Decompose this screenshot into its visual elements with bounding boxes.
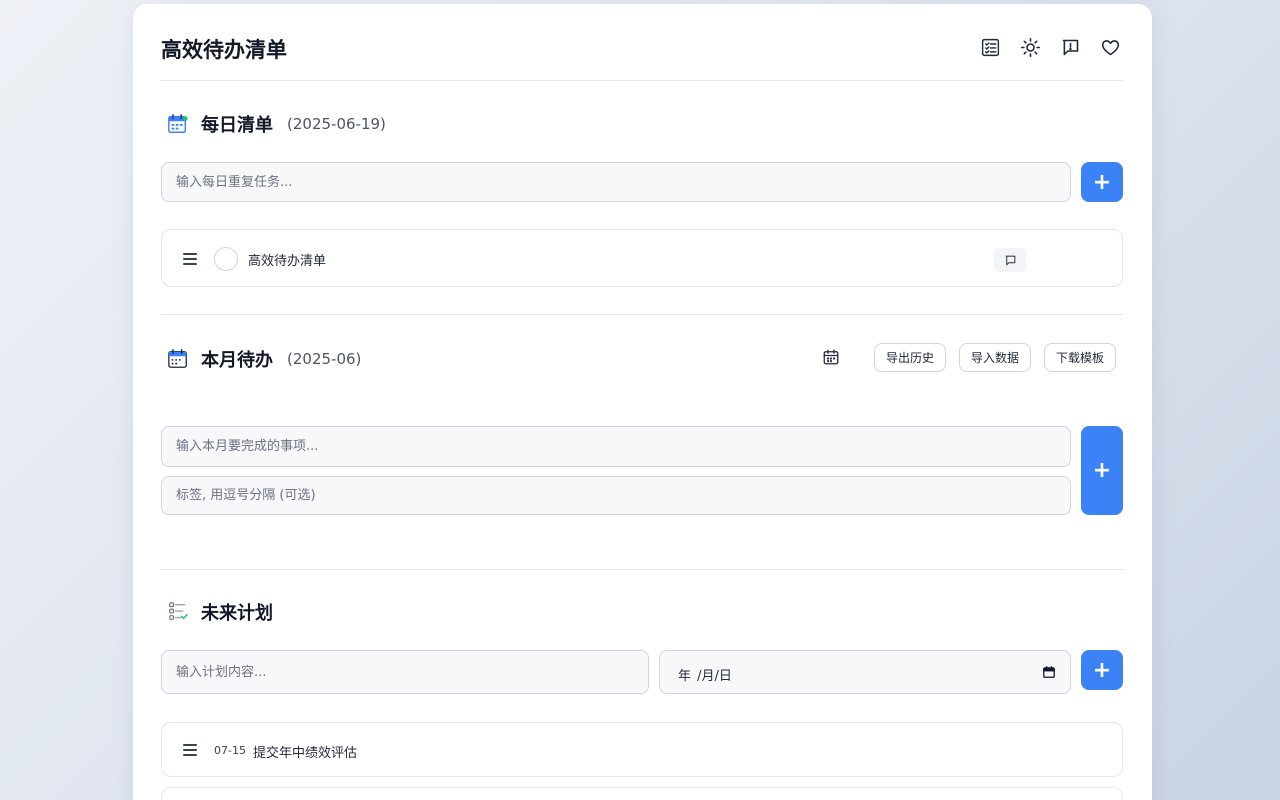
section-divider (161, 314, 1123, 315)
future-plan-input[interactable] (161, 650, 649, 694)
comment-icon (1005, 255, 1015, 265)
import-data-button[interactable]: 导入数据 (959, 343, 1032, 372)
main-card: 高效待办清单 每日清单 (2025-06-19) 输入每日重复任务... + 高… (133, 4, 1152, 800)
monthly-title: 本月待办 (201, 350, 273, 371)
feedback-icon[interactable] (1059, 36, 1081, 58)
sun-icon[interactable] (1019, 36, 1041, 58)
download-template-button[interactable]: 下载模板 (1044, 343, 1117, 372)
section-divider (161, 569, 1123, 570)
daily-task-text: 高效待办清单 (248, 254, 327, 269)
plan-due-date: 07-15 (214, 744, 246, 757)
monthly-add-button[interactable]: + (1081, 426, 1123, 515)
daily-section-header: 每日清单 (2025-06-19) (167, 111, 386, 137)
app-header: 高效待办清单 (161, 4, 1123, 81)
future-add-button[interactable]: + (1081, 650, 1123, 690)
future-plan-row[interactable] (161, 787, 1123, 800)
future-title: 未来计划 (201, 603, 273, 624)
calendar-history-icon[interactable] (822, 348, 840, 366)
app-title: 高效待办清单 (161, 38, 287, 62)
checklist-icon[interactable] (979, 36, 1001, 58)
monthly-section-header: 本月待办 (2025-06) (167, 346, 361, 372)
export-history-button[interactable]: 导出历史 (874, 343, 947, 372)
monthly-task-input[interactable] (161, 426, 1071, 467)
month-calendar-icon (168, 349, 187, 368)
future-date-input[interactable]: 年 /月/日 (659, 650, 1071, 694)
future-plan-row[interactable]: 07-15 提交年中绩效评估 (161, 722, 1123, 777)
future-section-header: 未来计划 (167, 599, 273, 625)
calendar-icon (168, 114, 188, 133)
drag-handle-icon[interactable] (183, 253, 197, 265)
header-toolbar (979, 36, 1121, 58)
heart-icon[interactable] (1099, 36, 1121, 58)
daily-date: (2025-06-19) (287, 115, 386, 133)
daily-task-input[interactable] (161, 162, 1071, 202)
daily-title: 每日清单 (201, 115, 273, 136)
comment-button[interactable] (994, 248, 1026, 272)
task-checkbox[interactable] (214, 247, 238, 271)
date-picker-icon[interactable] (1042, 665, 1056, 679)
drag-handle-icon[interactable] (183, 744, 197, 756)
plan-text: 提交年中绩效评估 (253, 746, 358, 761)
plan-list-icon (169, 602, 188, 620)
daily-task-row[interactable]: 高效待办清单 (161, 229, 1123, 287)
daily-add-button[interactable]: + (1081, 162, 1123, 202)
monthly-tags-input[interactable] (161, 476, 1071, 515)
date-placeholder: 年 /月/日 (678, 669, 732, 684)
monthly-date: (2025-06) (287, 350, 362, 368)
